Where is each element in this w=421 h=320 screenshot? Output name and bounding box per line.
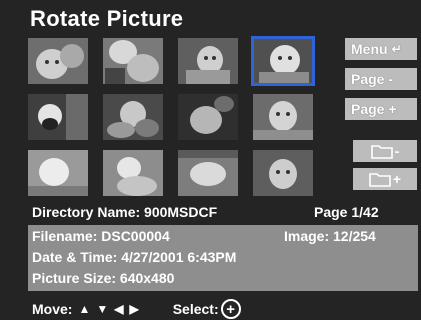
thumbnail-10[interactable] [103, 150, 163, 196]
thumbnail-2[interactable] [103, 38, 163, 84]
page-prev-label: Page - [351, 71, 394, 87]
arrow-down-icon: ▼ [96, 302, 109, 316]
folder-prev-label: - [394, 143, 400, 159]
thumbnail-11[interactable] [178, 150, 238, 196]
rotate-picture-screen: Rotate Picture Menu ↵ Page - Page + - + … [0, 0, 421, 320]
date-time: Date & Time: 4/27/2001 6:43PM [32, 249, 237, 265]
thumbnail-7[interactable] [178, 94, 238, 140]
thumbnail-6[interactable] [103, 94, 163, 140]
arrow-up-icon: ▲ [78, 302, 91, 316]
footer-hints: Move: ▲ ▼ ◀ ▶ Select: + [32, 299, 241, 319]
folder-icon [369, 173, 391, 187]
thumbnail-grid [28, 36, 318, 196]
return-arrow-icon: ↵ [391, 42, 402, 56]
filename: Filename: DSC00004 [32, 228, 170, 244]
arrow-right-icon: ▶ [129, 302, 139, 316]
picture-info-panel: Filename: DSC00004 Image: 12/254 Date & … [28, 225, 418, 291]
move-label: Move: [32, 301, 73, 317]
thumbnail-9[interactable] [28, 150, 88, 196]
thumbnail-5[interactable] [28, 94, 88, 140]
directory-name: Directory Name: 900MSDCF [32, 204, 218, 220]
select-label: Select: [172, 301, 219, 317]
folder-next-label: + [392, 171, 402, 187]
menu-button-label: Menu [351, 41, 388, 57]
page-next-label: Page + [351, 101, 397, 117]
folder-next-button[interactable]: + [353, 168, 417, 190]
select-plus-icon: + [220, 299, 241, 319]
image-counter: Image: 12/254 [284, 228, 376, 244]
thumbnail-12[interactable] [253, 150, 313, 196]
folder-prev-button[interactable]: - [353, 140, 417, 162]
menu-button[interactable]: Menu ↵ [345, 38, 417, 60]
thumbnail-8[interactable] [253, 94, 313, 140]
page-next-button[interactable]: Page + [345, 98, 417, 120]
page-prev-button[interactable]: Page - [345, 68, 417, 90]
thumbnail-3[interactable] [178, 38, 238, 84]
page-indicator: Page 1/42 [314, 204, 379, 220]
folder-icon [370, 145, 393, 159]
thumbnail-4-selected[interactable] [251, 36, 315, 86]
arrow-left-icon: ◀ [114, 302, 124, 316]
page-title: Rotate Picture [30, 6, 184, 31]
thumbnail-1[interactable] [28, 38, 88, 84]
picture-size: Picture Size: 640x480 [32, 270, 175, 286]
